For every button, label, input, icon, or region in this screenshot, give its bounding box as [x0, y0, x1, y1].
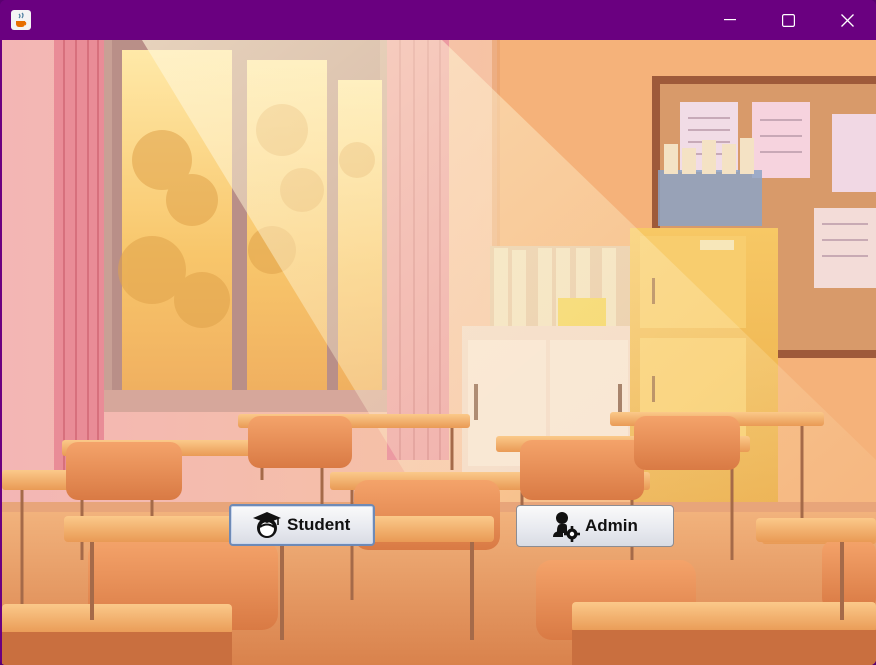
- student-button-label: Student: [287, 515, 351, 534]
- title-bar[interactable]: [0, 0, 876, 40]
- close-icon: [840, 13, 854, 27]
- app-window: Student Admin: [0, 0, 876, 665]
- admin-button[interactable]: Admin: [516, 505, 674, 547]
- minimize-button[interactable]: [701, 0, 759, 40]
- minimize-icon: [724, 19, 736, 21]
- student-button[interactable]: Student: [229, 504, 375, 546]
- close-button[interactable]: [818, 0, 876, 40]
- graduate-cap-icon: [251, 508, 285, 542]
- admin-button-label: Admin: [585, 516, 638, 535]
- maximize-button[interactable]: [759, 0, 817, 40]
- maximize-icon: [781, 13, 795, 27]
- user-gear-icon: [549, 509, 583, 543]
- java-cup-icon[interactable]: [11, 10, 31, 30]
- classroom-background-image: [2, 40, 876, 665]
